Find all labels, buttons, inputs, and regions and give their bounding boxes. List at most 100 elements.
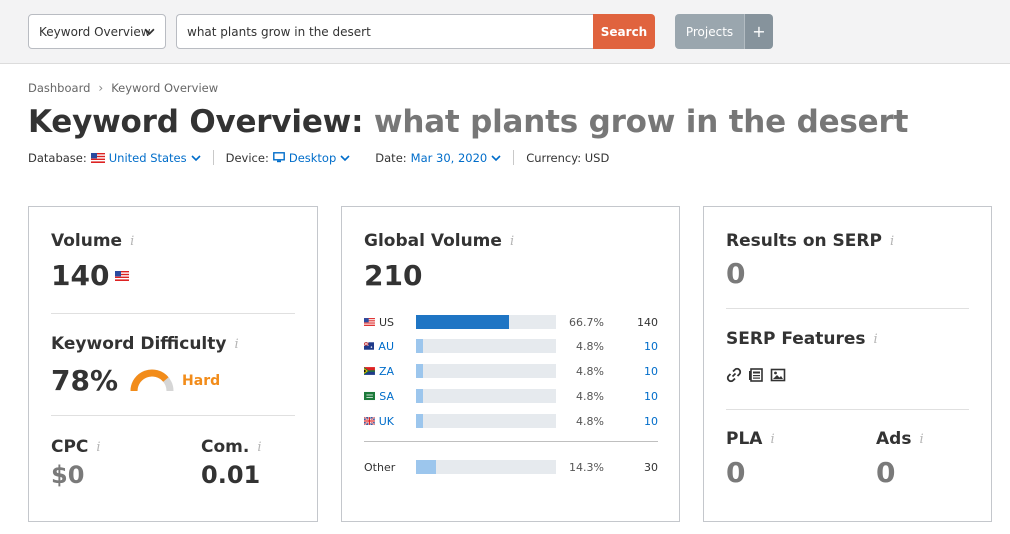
global-volume-label: Global Volume <box>364 231 502 251</box>
country-code: AU <box>378 339 394 353</box>
device-dropdown[interactable]: Desktop <box>272 150 350 165</box>
features-label: SERP Features <box>726 329 866 349</box>
country-code: SA <box>379 389 394 403</box>
us-flag-icon <box>115 270 130 281</box>
kd-value-row: 78% Hard <box>51 364 220 397</box>
date-dropdown[interactable]: Mar 30, 2020 <box>411 151 502 165</box>
device-value: Desktop <box>288 150 337 165</box>
share-bar-fill <box>416 339 423 353</box>
country-volume[interactable]: 10 <box>618 365 658 378</box>
za-flag-icon <box>364 367 375 375</box>
image-icon[interactable] <box>770 367 786 383</box>
news-icon[interactable] <box>748 367 764 383</box>
kd-level: Hard <box>182 372 221 389</box>
country-volume[interactable]: 10 <box>618 415 658 428</box>
page-title-keyword: what plants grow in the desert <box>373 104 909 140</box>
projects-button[interactable]: Projects <box>675 14 744 49</box>
share-bar <box>416 460 556 474</box>
database-value: United States <box>108 150 187 165</box>
country-uk[interactable]: UK <box>364 415 394 428</box>
filter-divider <box>212 150 214 165</box>
info-icon[interactable]: i <box>257 440 261 455</box>
au-flag-icon <box>364 342 375 350</box>
volume-label: Volume <box>51 231 123 251</box>
info-icon[interactable]: i <box>234 337 238 352</box>
info-icon[interactable]: i <box>130 234 134 249</box>
us-flag-icon <box>90 152 105 163</box>
country-za[interactable]: ZA <box>364 365 394 378</box>
divider <box>364 441 658 442</box>
date-value: Mar 30, 2020 <box>410 150 488 165</box>
top-bar: Keyword Overview what plants grow in the… <box>0 0 1010 64</box>
com-value: 0.01 <box>201 461 261 489</box>
country-volume: 30 <box>644 460 658 474</box>
country-volume[interactable]: 10 <box>618 390 658 403</box>
gauge-fill <box>130 369 169 391</box>
share-percent: 4.8% <box>576 414 604 428</box>
info-icon[interactable]: i <box>96 440 100 455</box>
kd-value: 78% <box>51 364 119 397</box>
results-value: 0 <box>726 257 746 290</box>
share-bar-fill <box>416 389 423 403</box>
divider <box>51 313 295 314</box>
volume-card: Volume i 140 Keyword Difficulty i 78% Ha… <box>28 206 318 522</box>
global-volume-label-row: Global Volume i <box>364 231 514 251</box>
com-label-row: Com. i <box>201 437 262 457</box>
results-label: Results on SERP <box>726 231 882 251</box>
country-row-us: US 66.7% 140 <box>364 314 658 330</box>
breadcrumb-dashboard[interactable]: Dashboard <box>28 81 90 95</box>
date-label: Date: <box>375 150 407 165</box>
share-percent: 4.8% <box>576 339 604 353</box>
kd-label: Keyword Difficulty <box>51 334 227 354</box>
share-bar-fill <box>416 315 509 329</box>
info-icon[interactable]: i <box>510 234 514 249</box>
info-icon[interactable]: i <box>770 432 774 447</box>
country-row-au: AU 4.8% 10 <box>364 338 658 354</box>
search-input-value: what plants grow in the desert <box>187 24 371 39</box>
tool-select-dropdown[interactable]: Keyword Overview <box>28 14 166 49</box>
ads-label: Ads <box>876 429 912 449</box>
currency-text: Currency: USD <box>526 150 610 165</box>
country-row-za: ZA 4.8% 10 <box>364 363 658 379</box>
country-au[interactable]: AU <box>364 340 394 353</box>
volume-value-row: 140 <box>51 259 130 292</box>
country-volume: 140 <box>637 315 658 329</box>
search-input[interactable]: what plants grow in the desert <box>176 14 594 49</box>
kd-label-row: Keyword Difficulty i <box>51 334 239 354</box>
ads-label-row: Ads i <box>876 429 924 449</box>
difficulty-gauge-icon <box>130 369 174 391</box>
country-us: US <box>364 316 394 329</box>
country-row-sa: SA 4.8% 10 <box>364 388 658 404</box>
desktop-icon <box>272 152 285 163</box>
chevron-down-icon <box>191 154 201 161</box>
add-project-button[interactable]: + <box>744 14 773 49</box>
country-code: ZA <box>378 364 394 378</box>
share-bar <box>416 315 556 329</box>
divider <box>51 415 295 416</box>
sa-flag-icon <box>364 391 376 401</box>
database-dropdown[interactable]: United States <box>90 150 201 165</box>
share-bar <box>416 364 556 378</box>
share-percent: 4.8% <box>576 364 604 378</box>
country-row-uk: UK 4.8% 10 <box>364 413 658 429</box>
ads-value: 0 <box>876 456 896 489</box>
country-sa[interactable]: SA <box>364 390 394 403</box>
pla-label: PLA <box>726 429 763 449</box>
filter-divider <box>513 150 515 165</box>
country-volume[interactable]: 10 <box>618 340 658 353</box>
global-volume-card: Global Volume i 210 US 66.7% 140 AU 4.8%… <box>341 206 680 522</box>
info-icon[interactable]: i <box>874 332 878 347</box>
filter-bar: Database: United States Device: Desktop … <box>28 150 609 165</box>
divider <box>726 409 969 410</box>
country-code: US <box>378 315 394 329</box>
search-button[interactable]: Search <box>593 14 655 49</box>
uk-flag-icon <box>364 416 375 426</box>
info-icon[interactable]: i <box>890 234 894 249</box>
info-icon[interactable]: i <box>919 432 923 447</box>
features-label-row: SERP Features i <box>726 329 878 349</box>
share-bar <box>416 339 556 353</box>
link-icon[interactable] <box>726 367 742 383</box>
page-title-prefix: Keyword Overview: <box>28 104 364 140</box>
share-bar-fill <box>416 414 423 428</box>
global-volume-value: 210 <box>364 259 423 292</box>
